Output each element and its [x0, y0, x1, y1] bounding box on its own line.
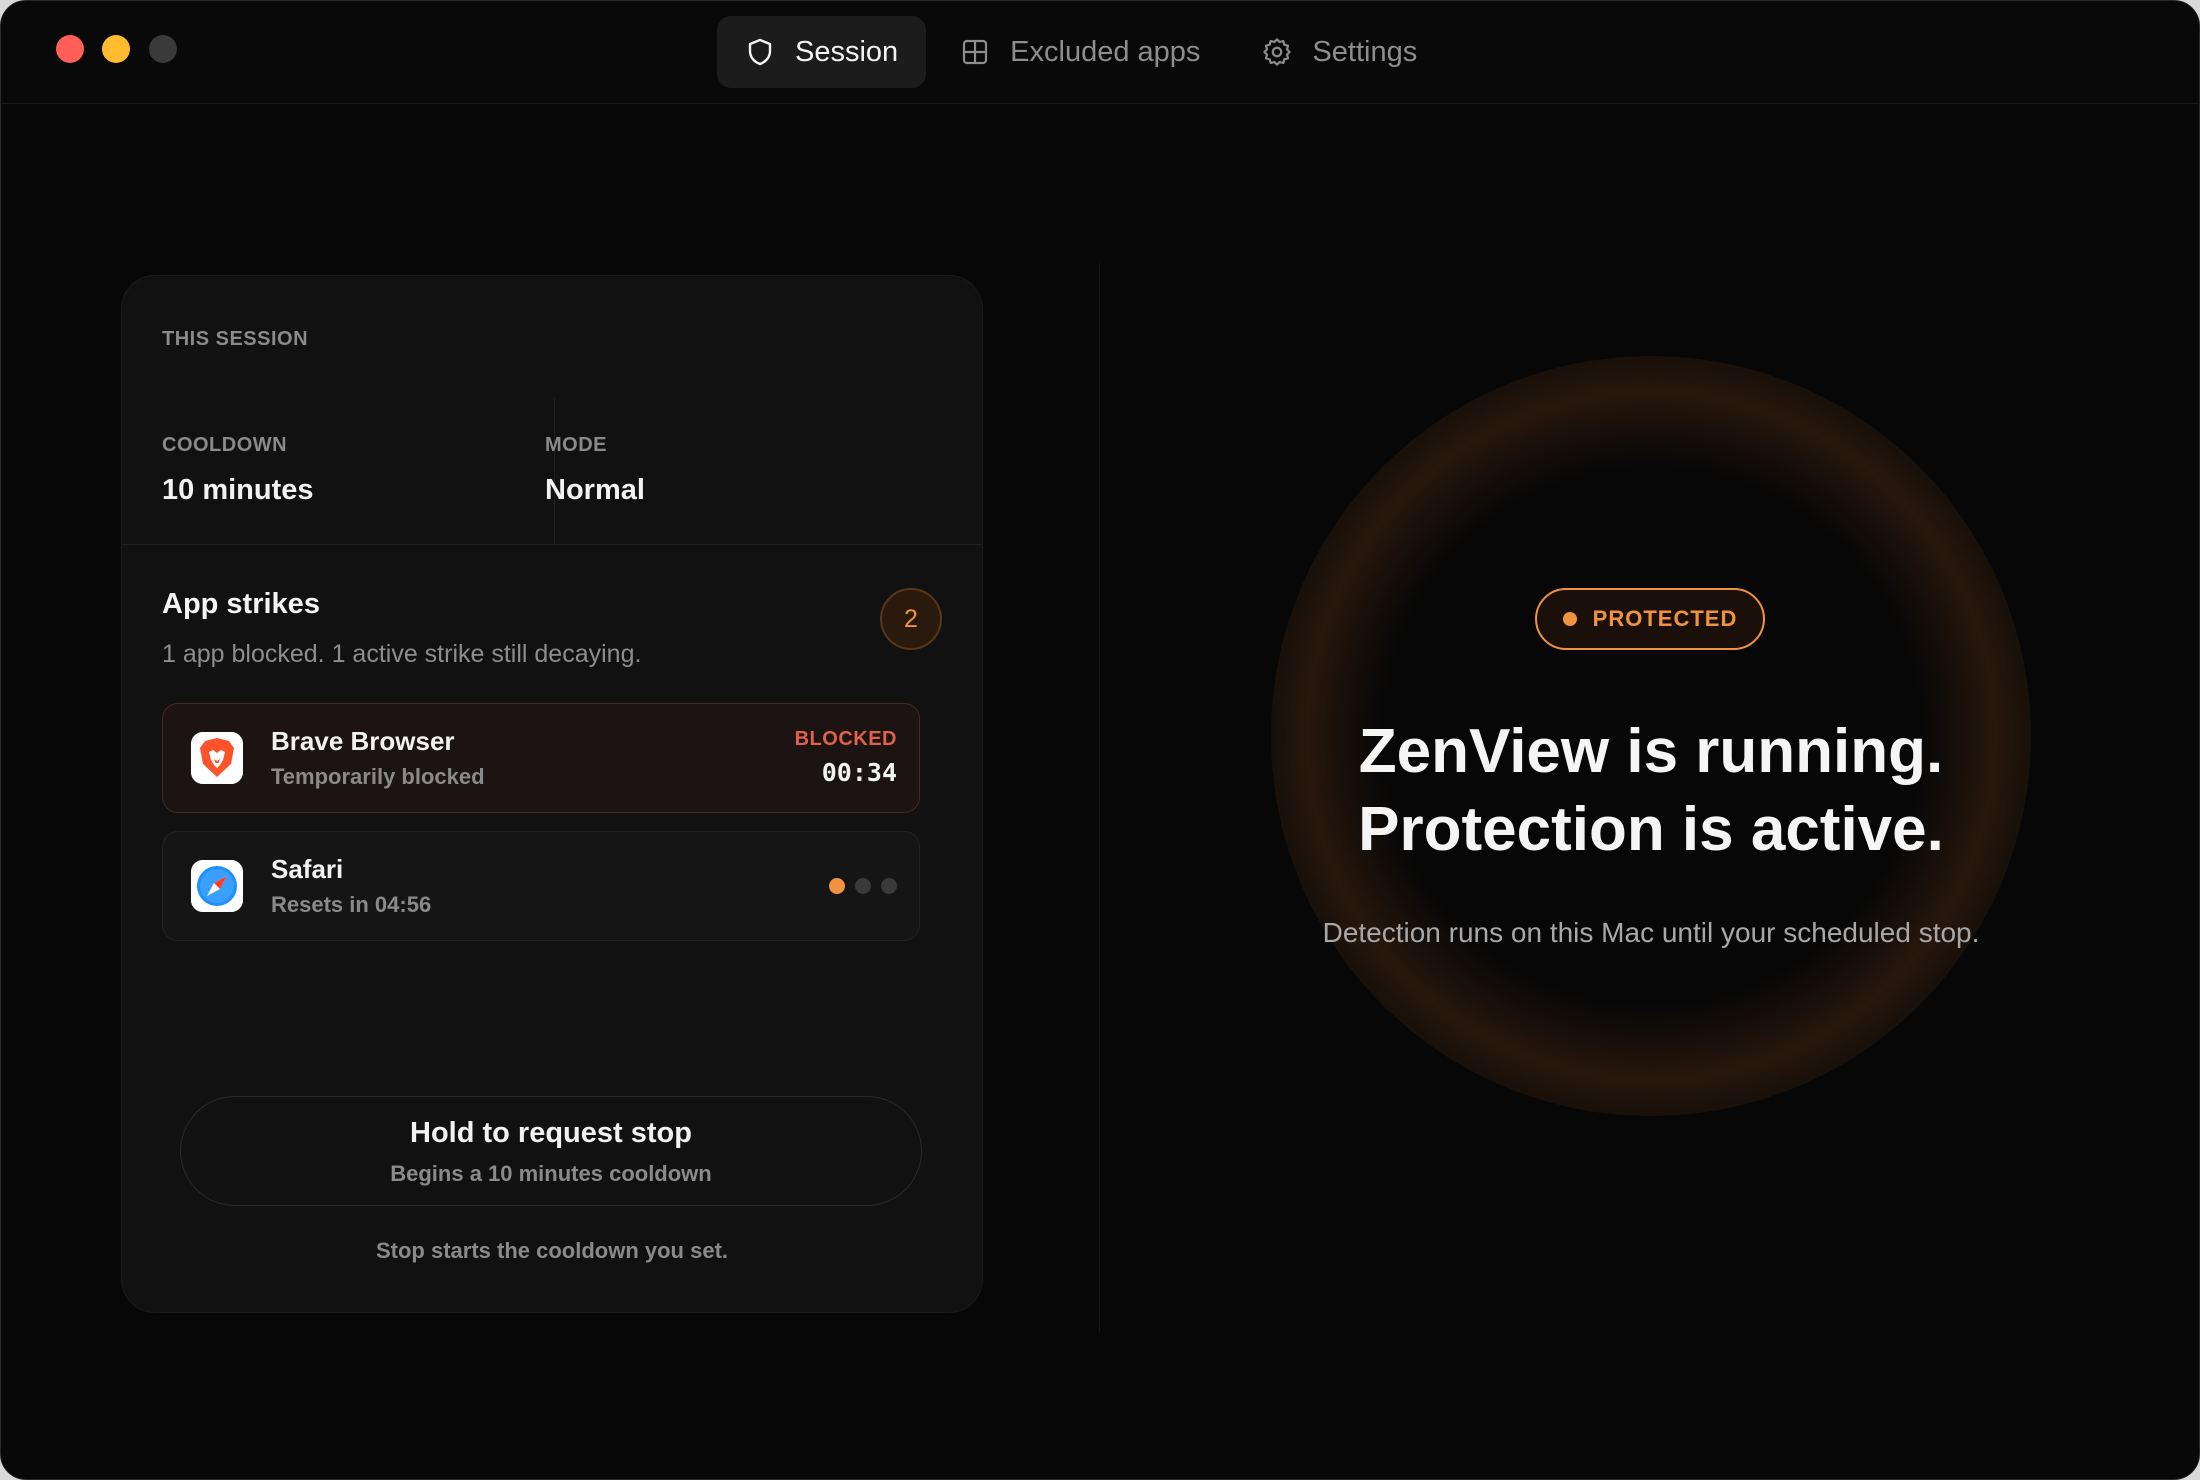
- app-status: Resets in 04:56: [271, 892, 432, 917]
- app-name: Brave Browser: [271, 726, 455, 756]
- blocked-countdown: 00:34: [821, 758, 897, 787]
- strikes-title: App strikes: [162, 588, 320, 620]
- blocked-tag: BLOCKED: [794, 728, 897, 750]
- cooldown-label: COOLDOWN: [162, 434, 288, 456]
- title-bar: Session Excluded apps Settings: [1, 1, 2199, 104]
- strikes-summary: 1 app blocked. 1 active strike still dec…: [162, 640, 642, 668]
- strike-dot: [855, 878, 871, 894]
- status-dot: [1562, 612, 1577, 626]
- session-card: THIS SESSION COOLDOWN 10 minutes MODE No…: [121, 275, 983, 1313]
- cooldown-footnote: Stop starts the cooldown you set.: [375, 1238, 729, 1263]
- tab-bar: Session Excluded apps Settings: [717, 16, 1451, 88]
- hold-button-title: Hold to request stop: [410, 1117, 692, 1149]
- section-label: THIS SESSION: [162, 328, 309, 350]
- tab-session[interactable]: Session: [717, 16, 927, 88]
- mode-value: Normal: [545, 474, 645, 506]
- mode-stat: MODE Normal: [545, 398, 982, 544]
- app-name: Safari: [271, 854, 344, 884]
- safari-compass-icon: [191, 860, 243, 912]
- app-status: Temporarily blocked: [271, 764, 485, 789]
- panel-divider: [1099, 263, 1100, 1333]
- status-headline: ZenView is running. Protection is active…: [1201, 713, 2101, 869]
- badge-label: PROTECTED: [1592, 606, 1738, 631]
- app-window: Session Excluded apps Settings THIS SESS…: [0, 0, 2200, 1480]
- tab-settings-label: Settings: [1312, 35, 1418, 68]
- tab-excluded-apps-label: Excluded apps: [1010, 35, 1201, 68]
- hold-to-stop-button[interactable]: Hold to request stop Begins a 10 minutes…: [180, 1096, 922, 1206]
- tab-session-label: Session: [795, 35, 899, 68]
- grid-icon: [960, 37, 990, 67]
- strike-dots: [819, 878, 897, 894]
- status-description: Detection runs on this Mac until your sc…: [1322, 917, 1980, 948]
- shield-icon: [745, 37, 775, 67]
- gear-icon: [1262, 37, 1292, 67]
- cooldown-stat: COOLDOWN 10 minutes: [122, 398, 555, 544]
- strike-count-badge: 2: [880, 588, 942, 650]
- hold-button-subtitle: Begins a 10 minutes cooldown: [390, 1161, 712, 1186]
- mode-label: MODE: [545, 434, 607, 456]
- brave-lion-icon: [191, 732, 243, 784]
- strike-dot-active: [829, 878, 845, 894]
- session-stats: COOLDOWN 10 minutes MODE Normal: [122, 398, 982, 545]
- app-row-brave[interactable]: Brave Browser Temporarily blocked BLOCKE…: [162, 703, 920, 813]
- tab-excluded-apps[interactable]: Excluded apps: [932, 16, 1228, 88]
- cooldown-value: 10 minutes: [162, 474, 314, 506]
- headline-line-2: Protection is active.: [1358, 795, 1944, 864]
- tab-settings[interactable]: Settings: [1234, 16, 1445, 88]
- app-row-safari[interactable]: Safari Resets in 04:56: [162, 831, 920, 941]
- close-window-button[interactable]: [56, 35, 84, 63]
- protected-badge: PROTECTED: [1535, 588, 1765, 650]
- headline-line-1: ZenView is running.: [1358, 717, 1944, 786]
- minimize-window-button[interactable]: [102, 35, 130, 63]
- strike-dot: [881, 878, 897, 894]
- zoom-window-button[interactable]: [149, 35, 177, 63]
